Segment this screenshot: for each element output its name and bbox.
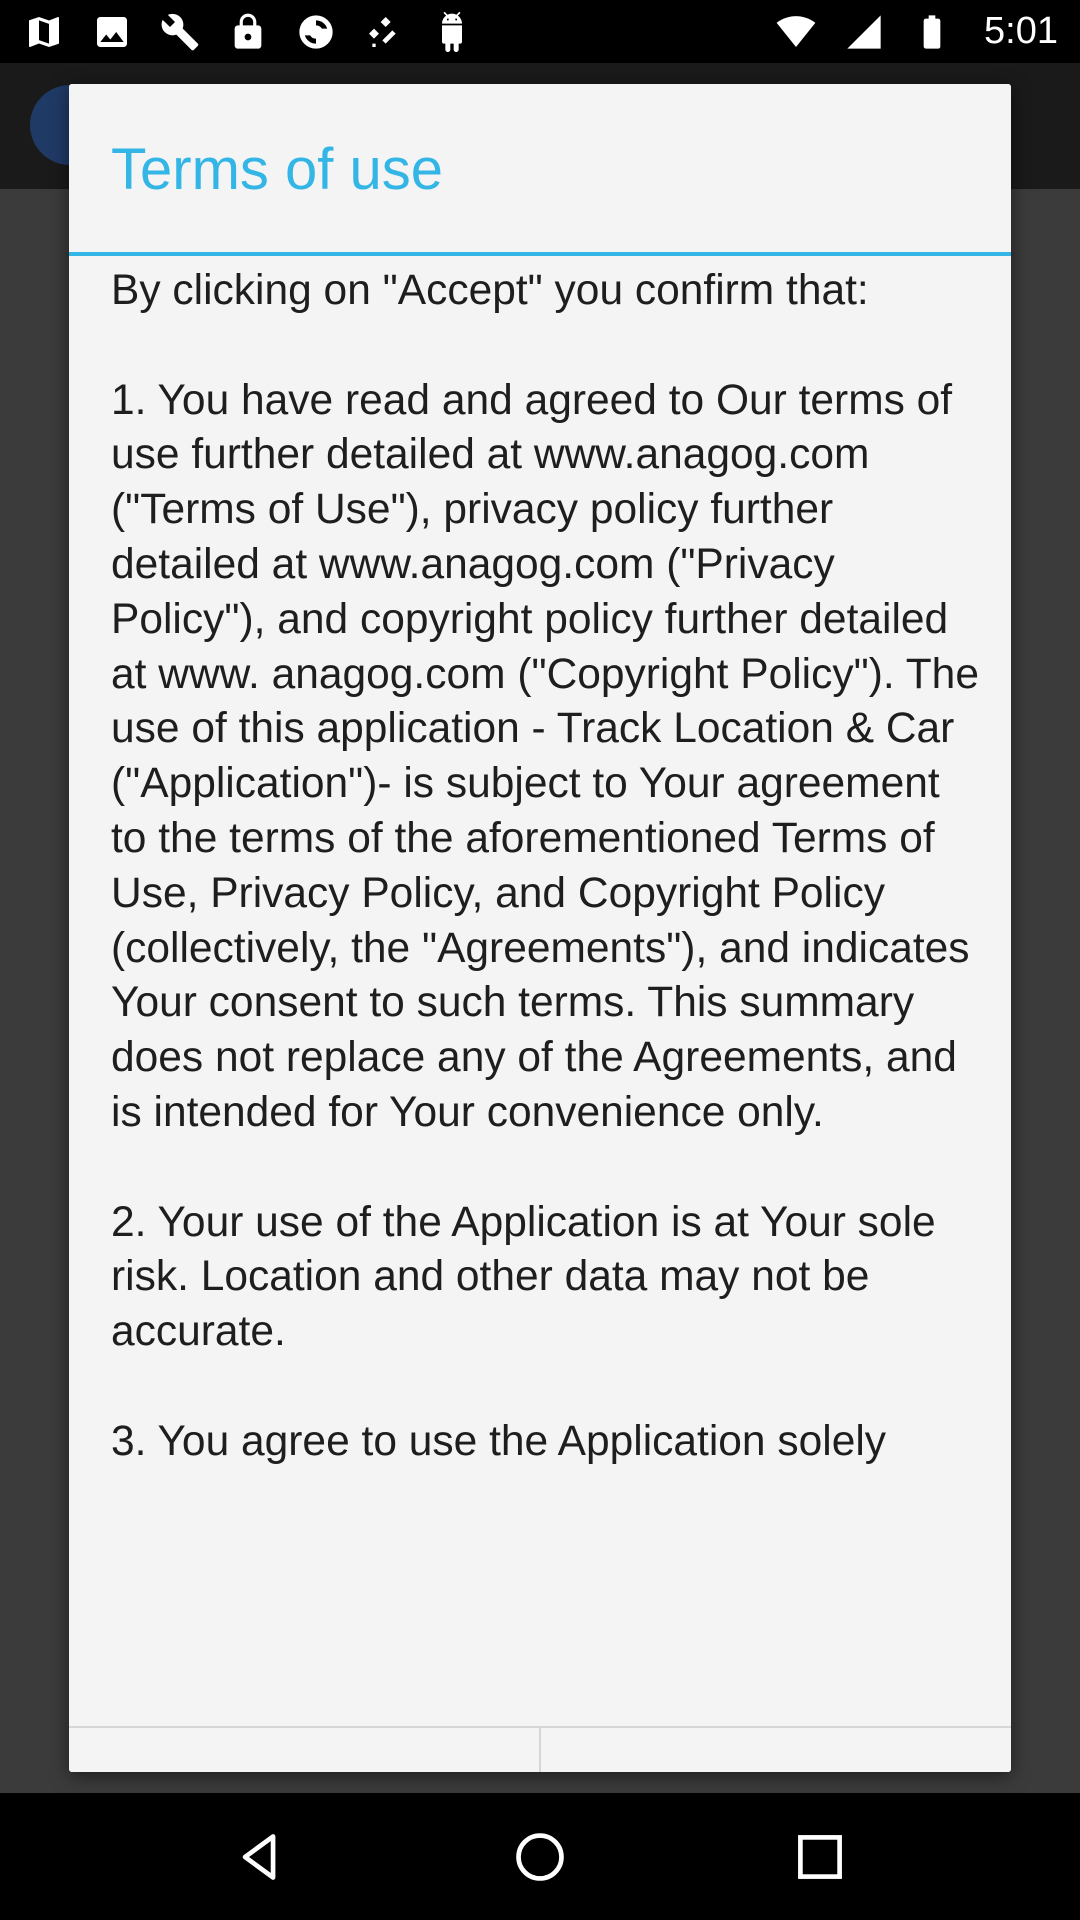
sync-icon: [294, 10, 338, 54]
status-notifications: [22, 10, 474, 54]
android-icon: [430, 10, 474, 54]
home-icon[interactable]: [500, 1817, 580, 1897]
recents-icon[interactable]: [780, 1817, 860, 1897]
terms-dialog: Terms of use By clicking on "Accept" you…: [69, 84, 1011, 1772]
terms-text: By clicking on "Accept" you confirm that…: [111, 267, 979, 1465]
status-time: 5:01: [984, 10, 1058, 52]
dialog-button-bar: Decline Accept: [69, 1726, 1011, 1772]
satellite-icon: [362, 10, 406, 54]
accept-button[interactable]: Accept: [541, 1728, 1011, 1772]
dialog-scroll-area[interactable]: By clicking on "Accept" you confirm that…: [69, 256, 1011, 1726]
decline-button[interactable]: Decline: [69, 1728, 541, 1772]
signal-icon: [842, 10, 886, 54]
lock-icon: [226, 10, 270, 54]
wifi-icon: [774, 10, 818, 54]
navigation-bar: [0, 1793, 1080, 1920]
image-icon: [90, 10, 134, 54]
dialog-title: Terms of use: [111, 137, 443, 202]
battery-icon: [910, 10, 954, 54]
status-system: 5:01: [774, 10, 1058, 54]
maps-icon: [22, 10, 66, 54]
status-bar: 5:01: [0, 0, 1080, 63]
back-icon[interactable]: [220, 1817, 300, 1897]
dialog-header: Terms of use: [69, 84, 1011, 252]
wrench-icon: [158, 10, 202, 54]
